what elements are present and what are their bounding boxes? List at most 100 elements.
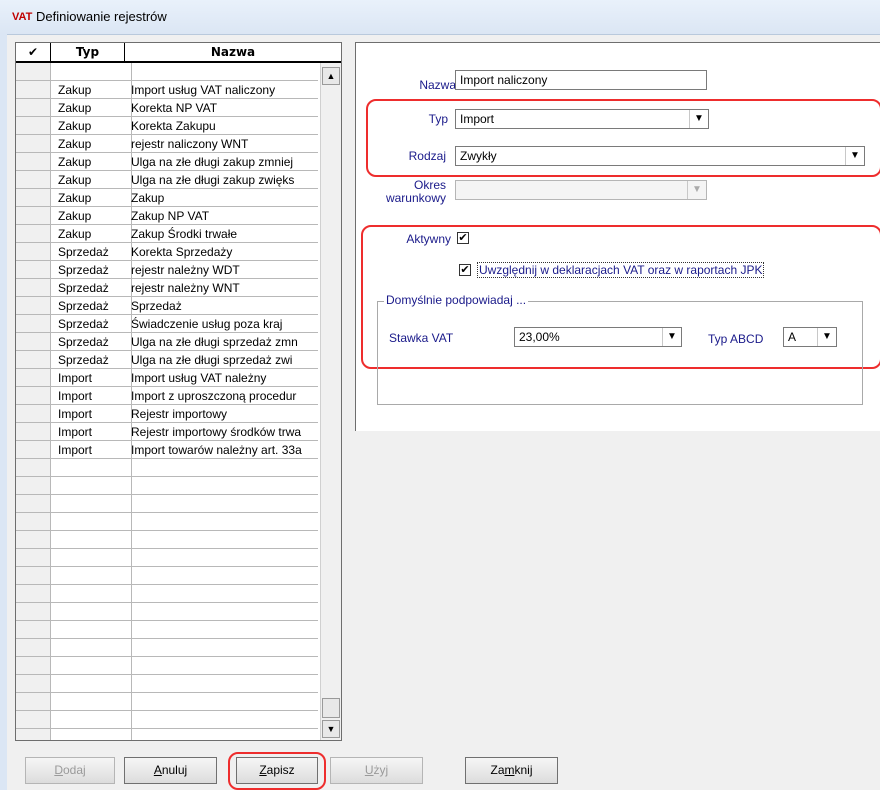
rodzaj-dropdown-arrow-icon[interactable]: ▼ <box>845 147 864 165</box>
table-row[interactable]: Sprzedaż rejestr należny WNT <box>16 279 318 297</box>
grid-header: ✔ Typ Nazwa <box>16 43 341 63</box>
table-row[interactable]: Zakup Ulga na złe długi zakup zwięks <box>16 171 318 189</box>
scroll-down-arrow-icon[interactable]: ▼ <box>322 720 340 738</box>
stawka-dropdown-arrow-icon[interactable]: ▼ <box>662 328 681 346</box>
table-row[interactable]: Zakup Korekta NP VAT <box>16 99 318 117</box>
table-row[interactable]: Zakup Zakup NP VAT <box>16 207 318 225</box>
row-selector-cell[interactable] <box>16 135 51 152</box>
scroll-up-arrow-icon[interactable]: ▲ <box>322 67 340 85</box>
row-selector-cell[interactable] <box>16 81 51 98</box>
table-row[interactable]: Zakup Zakup Środki trwałe <box>16 225 318 243</box>
row-selector-cell[interactable] <box>16 207 51 224</box>
table-row[interactable]: Zakup Korekta Zakupu <box>16 117 318 135</box>
nazwa-label: Nazwa <box>419 78 456 92</box>
typ-cell: Zakup <box>51 81 132 98</box>
table-row[interactable]: Import Rejestr importowy <box>16 405 318 423</box>
empty-table-row <box>16 567 318 585</box>
aktywny-checkbox[interactable]: ✔ <box>457 232 469 244</box>
typ-cell: Zakup <box>51 153 132 170</box>
stawka-vat-label: Stawka VAT <box>389 331 454 345</box>
app-icon: VAT <box>12 11 33 23</box>
row-selector-cell[interactable] <box>16 315 51 332</box>
nazwa-input[interactable]: Import naliczony <box>455 70 707 90</box>
typ-cell: Sprzedaż <box>51 315 132 332</box>
typ-abcd-dropdown-arrow-icon[interactable]: ▼ <box>817 328 836 346</box>
empty-table-row <box>16 729 318 740</box>
scroll-thumb[interactable] <box>322 698 340 718</box>
rodzaj-label: Rodzaj <box>408 149 446 163</box>
table-row[interactable] <box>16 63 318 81</box>
row-selector-cell[interactable] <box>16 153 51 170</box>
row-selector-cell[interactable] <box>16 405 51 422</box>
typ-select[interactable]: Import ▼ <box>455 109 709 129</box>
row-selector-cell[interactable] <box>16 369 51 386</box>
typ-cell <box>51 63 132 80</box>
typ-abcd-select[interactable]: A ▼ <box>783 327 837 347</box>
typ-cell: Sprzedaż <box>51 279 132 296</box>
row-selector-cell[interactable] <box>16 297 51 314</box>
row-selector-cell[interactable] <box>16 261 51 278</box>
table-row[interactable]: Sprzedaż Świadczenie usług poza kraj <box>16 315 318 333</box>
table-row[interactable]: Zakup Import usług VAT naliczony <box>16 81 318 99</box>
table-row[interactable]: Import Rejestr importowy środków trwa <box>16 423 318 441</box>
zamknij-button[interactable]: Zamknij <box>465 757 558 784</box>
row-selector-cell[interactable] <box>16 333 51 350</box>
table-row[interactable]: Sprzedaż Korekta Sprzedaży <box>16 243 318 261</box>
table-row[interactable]: Zakup Zakup <box>16 189 318 207</box>
row-selector-cell[interactable] <box>16 387 51 404</box>
rodzaj-select[interactable]: Zwykły ▼ <box>455 146 865 166</box>
row-selector-cell[interactable] <box>16 441 51 458</box>
dodaj-button[interactable]: Dodaj <box>25 757 115 784</box>
check-column-header[interactable]: ✔ <box>16 43 51 61</box>
row-selector-cell[interactable] <box>16 117 51 134</box>
stawka-vat-select[interactable]: 23,00% ▼ <box>514 327 682 347</box>
typ-column-header[interactable]: Typ <box>51 43 125 61</box>
table-row[interactable]: Zakup Ulga na złe długi zakup zmniej <box>16 153 318 171</box>
registers-grid[interactable]: ✔ Typ Nazwa Zakup Import usług VAT nalicz… <box>15 42 342 741</box>
typ-abcd-value: A <box>788 330 797 344</box>
empty-table-row <box>16 675 318 693</box>
anuluj-button[interactable]: Anuluj <box>124 757 217 784</box>
uzyj-button[interactable]: Użyj <box>330 757 423 784</box>
table-row[interactable]: Zakup rejestr naliczony WNT <box>16 135 318 153</box>
table-row[interactable]: Sprzedaż Ulga na złe długi sprzedaż zwi <box>16 351 318 369</box>
nazwa-cell <box>126 63 323 80</box>
row-selector-cell[interactable] <box>16 189 51 206</box>
grid-rows: Zakup Import usług VAT naliczony Zakup Kore… <box>16 63 318 740</box>
table-row[interactable]: Sprzedaż Ulga na złe długi sprzedaż zmn <box>16 333 318 351</box>
row-selector-cell[interactable] <box>16 243 51 260</box>
table-row[interactable]: Sprzedaż rejestr należny WDT <box>16 261 318 279</box>
typ-cell: Sprzedaż <box>51 333 132 350</box>
typ-cell: Sprzedaż <box>51 351 132 368</box>
table-row[interactable]: Import Import usług VAT należny <box>16 369 318 387</box>
window-frame <box>0 34 7 790</box>
typ-select-value: Import <box>460 112 495 126</box>
window-title: Definiowanie rejestrów <box>36 9 167 24</box>
row-selector-cell[interactable] <box>16 63 51 80</box>
nazwa-cell: Ulga na złe długi sprzedaż zwi <box>131 353 293 367</box>
nazwa-cell: Import usług VAT naliczony <box>131 83 276 97</box>
nazwa-cell: Zakup Środki trwałe <box>131 227 238 241</box>
uwzglednij-checkbox[interactable]: ✔ <box>459 264 471 276</box>
row-selector-cell[interactable] <box>16 351 51 368</box>
row-selector-cell[interactable] <box>16 279 51 296</box>
uwzglednij-label[interactable]: Uwzględnij w deklaracjach VAT oraz w rap… <box>477 262 765 278</box>
empty-table-row <box>16 495 318 513</box>
nazwa-column-header[interactable]: Nazwa <box>125 43 341 61</box>
row-selector-cell[interactable] <box>16 423 51 440</box>
table-row[interactable]: Import Import z uproszczoną procedur <box>16 387 318 405</box>
empty-table-row <box>16 531 318 549</box>
table-row[interactable]: Import Import towarów należny art. 33a <box>16 441 318 459</box>
row-selector-cell[interactable] <box>16 225 51 242</box>
highlight-zapisz <box>228 752 326 790</box>
nazwa-cell: rejestr należny WNT <box>131 281 240 295</box>
row-selector-cell[interactable] <box>16 99 51 116</box>
typ-dropdown-arrow-icon[interactable]: ▼ <box>689 110 708 128</box>
okres-warunkowy-select: ▼ <box>455 180 707 200</box>
grid-vertical-scrollbar[interactable]: ▲ ▼ <box>320 63 341 740</box>
row-selector-cell[interactable] <box>16 171 51 188</box>
typ-cell: Zakup <box>51 225 132 242</box>
okres-label-line1: Okres <box>413 178 446 192</box>
typ-cell: Zakup <box>51 117 132 134</box>
table-row[interactable]: Sprzedaż Sprzedaż <box>16 297 318 315</box>
